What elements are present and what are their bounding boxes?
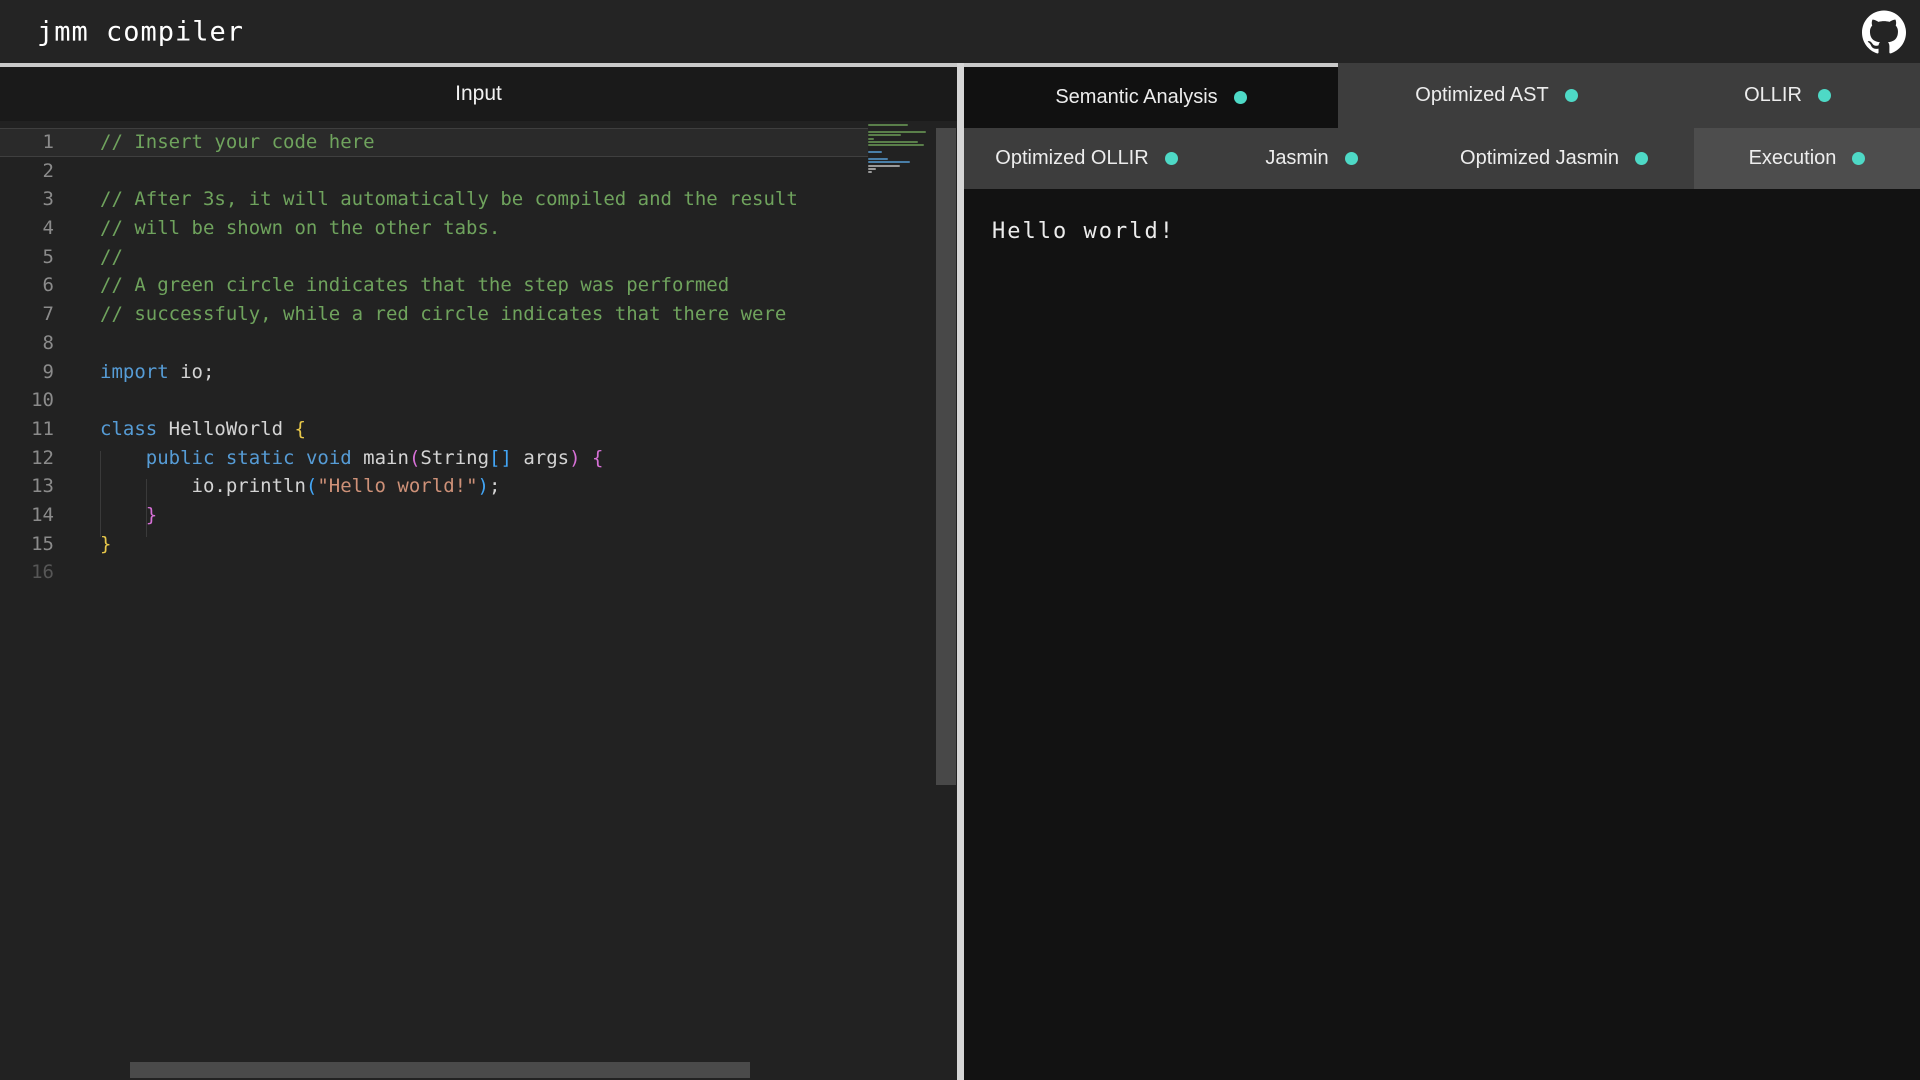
tab-execution[interactable]: Execution [1694,128,1920,189]
editor-minimap[interactable] [868,124,934,178]
status-dot [1234,91,1247,104]
tab-label: Optimized AST [1415,84,1548,107]
line-number: 4 [0,214,62,243]
code-line[interactable]: 5// [0,243,868,272]
app-window: jmm compiler Input 1// Insert your code … [0,0,1920,1080]
status-dot [1345,152,1358,165]
code-line[interactable]: 9import io; [0,358,868,387]
code-line[interactable]: 15} [0,530,868,559]
line-content: class HelloWorld { [62,415,868,444]
line-content: // After 3s, it will automatically be co… [62,185,868,214]
line-content: // A green circle indicates that the ste… [62,271,868,300]
tab-label: OLLIR [1744,84,1802,107]
tab-semantic-analysis[interactable]: Semantic Analysis [964,63,1338,128]
code-line[interactable]: 4// will be shown on the other tabs. [0,214,868,243]
line-content: // Insert your code here [62,128,868,157]
editor-vertical-scrollbar[interactable] [936,128,956,785]
line-content: import io; [62,358,868,387]
tab-label: Execution [1749,147,1837,170]
line-number: 16 [0,558,62,587]
panel-split-divider[interactable] [957,63,964,1080]
tabs-row-1: Semantic Analysis Optimized AST OLLIR [964,63,1920,128]
code-line[interactable]: 16 [0,558,868,587]
line-content [62,157,868,186]
code-line[interactable]: 14 } [0,501,868,530]
status-dot [1852,152,1865,165]
line-number: 3 [0,185,62,214]
tabs-row-2: Optimized OLLIR Jasmin Optimized Jasmin Exe… [964,128,1920,189]
status-dot [1635,152,1648,165]
code-line[interactable]: 1// Insert your code here [0,128,868,157]
indent-guide [100,451,101,537]
tab-jasmin[interactable]: Jasmin [1209,128,1414,189]
editor-lines: 1// Insert your code here23// After 3s, … [0,128,868,587]
line-content: // successfuly, while a red circle indic… [62,300,868,329]
tab-label: Optimized Jasmin [1460,147,1619,170]
minimap-line [868,175,934,178]
tab-label: Optimized OLLIR [995,147,1148,170]
indent-guide [146,479,147,536]
line-content: // [62,243,868,272]
code-line[interactable]: 12 public static void main(String[] args… [0,444,868,473]
tab-optimized-ollir[interactable]: Optimized OLLIR [964,128,1209,189]
code-line[interactable]: 11class HelloWorld { [0,415,868,444]
line-number: 12 [0,444,62,473]
results-panel: Semantic Analysis Optimized AST OLLIR Opti… [964,63,1920,1080]
code-line[interactable]: 13 io.println("Hello world!"); [0,472,868,501]
line-content [62,386,868,415]
line-content: io.println("Hello world!"); [62,472,868,501]
line-content [62,558,868,587]
line-number: 9 [0,358,62,387]
line-number: 7 [0,300,62,329]
app-title: jmm compiler [37,16,244,47]
line-number: 6 [0,271,62,300]
tab-ollir[interactable]: OLLIR [1655,63,1920,128]
tab-optimized-ast[interactable]: Optimized AST [1338,63,1655,128]
code-line[interactable]: 6// A green circle indicates that the st… [0,271,868,300]
execution-output: Hello world! [964,189,1920,244]
input-panel-title: Input [455,82,502,106]
line-number: 13 [0,472,62,501]
status-dot [1818,89,1831,102]
status-dot [1165,152,1178,165]
line-number: 11 [0,415,62,444]
code-line[interactable]: 3// After 3s, it will automatically be c… [0,185,868,214]
line-content: } [62,501,868,530]
code-line[interactable]: 2 [0,157,868,186]
code-line[interactable]: 10 [0,386,868,415]
line-content: public static void main(String[] args) { [62,444,868,473]
line-number: 8 [0,329,62,358]
line-content [62,329,868,358]
tab-label: Jasmin [1265,147,1328,170]
input-panel: Input 1// Insert your code here23// Afte… [0,63,957,1080]
line-number: 10 [0,386,62,415]
code-line[interactable]: 7// successfuly, while a red circle indi… [0,300,868,329]
editor-horizontal-scrollbar[interactable] [130,1062,750,1078]
line-number: 2 [0,157,62,186]
line-number: 14 [0,501,62,530]
line-number: 5 [0,243,62,272]
code-editor[interactable]: 1// Insert your code here23// After 3s, … [0,121,957,1080]
line-number: 15 [0,530,62,559]
tab-label: Semantic Analysis [1055,86,1217,109]
line-content: // will be shown on the other tabs. [62,214,868,243]
tab-optimized-jasmin[interactable]: Optimized Jasmin [1414,128,1694,189]
line-content: } [62,530,868,559]
status-dot [1565,89,1578,102]
top-bar: jmm compiler [0,0,1920,63]
github-icon[interactable] [1862,10,1906,54]
code-line[interactable]: 8 [0,329,868,358]
input-panel-header: Input [0,63,957,121]
line-number: 1 [0,128,62,157]
